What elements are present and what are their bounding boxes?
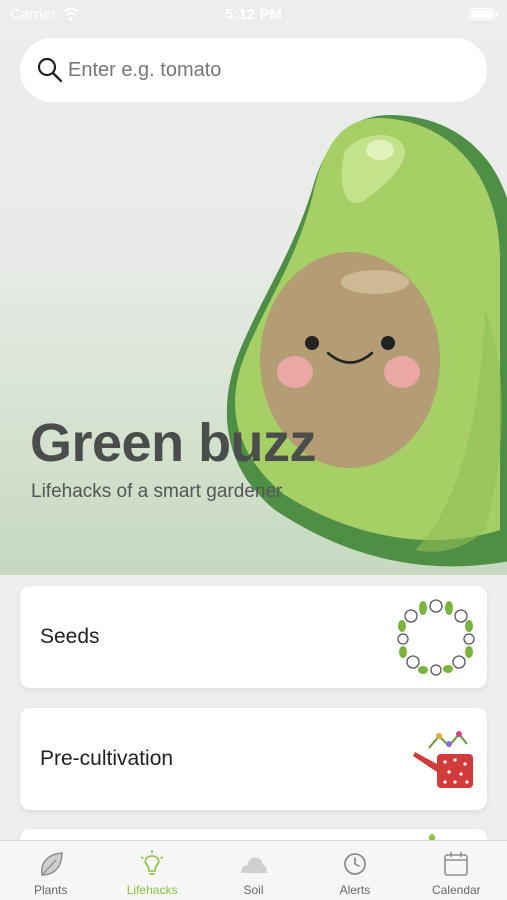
hero-title: Green buzz bbox=[30, 413, 317, 473]
soil-mound-icon bbox=[240, 857, 267, 873]
card-label-seeds: Seeds bbox=[40, 625, 100, 648]
card-pre-cultivation[interactable]: Pre-cultivation bbox=[20, 708, 487, 810]
search-bar[interactable] bbox=[20, 38, 487, 102]
tab-bar: Plants Lifehacks Soil Alerts Calendar bbox=[0, 840, 507, 900]
status-time: 5:12 PM bbox=[225, 6, 282, 23]
watering-can-icon bbox=[413, 731, 473, 788]
battery-icon bbox=[469, 8, 498, 20]
tab-label-lifehacks: Lifehacks bbox=[126, 883, 178, 897]
hero-subtitle: Lifehacks of a smart gardener bbox=[31, 481, 283, 502]
tab-label-calendar: Calendar bbox=[431, 883, 481, 897]
lightbulb-icon bbox=[140, 850, 164, 875]
clock-icon bbox=[344, 853, 366, 875]
search-icon bbox=[37, 57, 63, 83]
card-label-pre-cultivation: Pre-cultivation bbox=[40, 747, 174, 770]
tab-alerts[interactable]: Alerts bbox=[304, 841, 405, 900]
tab-lifehacks[interactable]: Lifehacks bbox=[101, 841, 202, 900]
tab-label-alerts: Alerts bbox=[339, 883, 371, 897]
tab-label-soil: Soil bbox=[243, 883, 264, 897]
tab-soil[interactable]: Soil bbox=[203, 841, 304, 900]
tab-plants[interactable]: Plants bbox=[0, 841, 101, 900]
search-input[interactable] bbox=[68, 58, 448, 82]
tab-label-plants: Plants bbox=[34, 883, 68, 897]
card-seeds[interactable]: Seeds bbox=[20, 586, 487, 688]
leaf-icon bbox=[40, 852, 63, 876]
vegetable-wreath-icon bbox=[397, 599, 475, 676]
status-bar: Carrier 5:12 PM bbox=[0, 0, 507, 28]
tab-calendar[interactable]: Calendar bbox=[406, 841, 507, 900]
calendar-icon bbox=[444, 852, 469, 876]
